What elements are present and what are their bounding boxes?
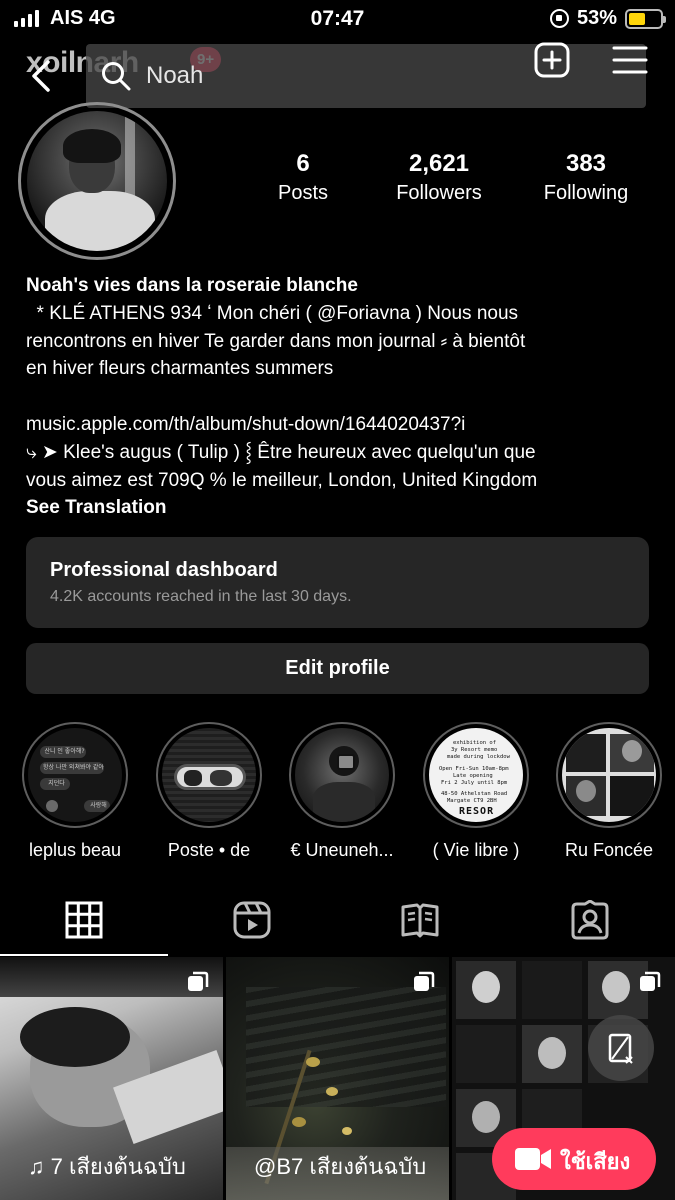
back-arrow-icon[interactable] — [24, 58, 60, 94]
highlight-ring — [156, 722, 262, 828]
hamburger-menu-icon[interactable] — [612, 43, 648, 77]
profile-bio: Noah's vies dans la roseraie blanche * K… — [26, 272, 656, 522]
bio-line: vous aimez est 709Q % le meilleur, Londo… — [26, 469, 538, 491]
battery-icon — [625, 8, 666, 29]
highlight-label: ( Vie libre ) — [432, 840, 520, 860]
video-camera-icon — [515, 1148, 551, 1170]
see-translation-link[interactable]: See Translation — [26, 494, 656, 522]
story-highlight[interactable]: Poste • de — [144, 722, 274, 861]
professional-dashboard-card[interactable]: Professional dashboard 4.2K accounts rea… — [26, 537, 649, 628]
highlight-ring: 산니 인 좋아해? 항상 나만 외쳐봐야 같아 지던다 사랑해 — [22, 722, 128, 828]
audio-caption[interactable]: ♫ 7 เสียงต้นฉบับ — [28, 1149, 186, 1184]
story-highlight[interactable]: Ru Foncée — [544, 722, 674, 861]
use-audio-button[interactable]: ใช้เสียง — [492, 1128, 656, 1190]
highlight-ring: exhibition of 3y Resort memo made during… — [423, 722, 529, 828]
multiple-posts-icon — [414, 971, 435, 991]
highlight-label: Ru Foncée — [564, 840, 654, 860]
stat-value: 383 — [565, 150, 607, 177]
highlight-cover — [295, 728, 389, 822]
tagged-person-icon[interactable] — [570, 900, 610, 940]
highlight-label: € Uneuneh... — [290, 840, 394, 860]
story-highlight[interactable]: € Uneuneh... — [277, 722, 407, 861]
stat-followers[interactable]: 2,621 Followers — [352, 150, 526, 205]
highlight-cover — [562, 728, 656, 822]
bio-line: rencontrons en hiver Te garder dans mon … — [26, 330, 526, 352]
stat-label: Followers — [396, 182, 482, 204]
search-icon — [102, 62, 131, 91]
bio-line: en hiver fleurs charmantes summers — [26, 358, 334, 380]
status-bar: AIS 4G 07:47 53% — [0, 0, 675, 38]
avatar[interactable] — [27, 111, 167, 251]
multiple-posts-icon — [640, 971, 661, 991]
audio-caption[interactable]: @B7 เสียงต้นฉบับ — [254, 1149, 426, 1184]
story-highlight[interactable]: 산니 인 좋아해? 항상 나만 외쳐봐야 같아 지던다 사랑해 leplus b… — [10, 722, 140, 861]
highlight-cover: 산니 인 좋아해? 항상 나만 외쳐봐야 같아 지던다 사랑해 — [28, 728, 122, 822]
stat-value: 2,621 — [408, 150, 470, 177]
story-highlight[interactable]: exhibition of 3y Resort memo made during… — [411, 722, 541, 861]
stat-value: 6 — [296, 150, 310, 177]
highlight-ring — [556, 722, 662, 828]
stat-following[interactable]: 383 Following — [526, 150, 646, 205]
stat-label: Posts — [277, 182, 329, 204]
bio-line: * KLÉ ATHENS 934 ʻ Mon chéri ( @Foriavna… — [26, 302, 519, 324]
grid-icon[interactable] — [64, 900, 104, 940]
new-post-plus-icon[interactable] — [534, 42, 570, 78]
dashboard-subtitle: 4.2K accounts reached in the last 30 day… — [50, 588, 352, 605]
stat-label: Following — [543, 182, 629, 204]
highlight-ring — [289, 722, 395, 828]
search-query[interactable]: Noah — [146, 62, 203, 90]
use-audio-label: ใช้เสียง — [560, 1149, 631, 1174]
multiple-posts-icon — [188, 971, 209, 991]
highlight-label: leplus beau — [28, 840, 122, 860]
reels-icon[interactable] — [232, 900, 272, 940]
profile-stats: 6 Posts 2,621 Followers 383 Following — [260, 150, 650, 205]
bio-line: ⤷ ➤ Klee's augus ( Tulip ) ⸾ Être heureu… — [26, 441, 536, 463]
floating-edit-button[interactable] — [588, 1015, 654, 1081]
highlight-cover — [162, 728, 256, 822]
top-bar: xoilnarh 9+ Noah — [0, 40, 675, 110]
edit-overlay-icon — [608, 1033, 633, 1064]
battery-percent: 53% — [576, 7, 617, 29]
stat-posts[interactable]: 6 Posts — [260, 150, 346, 205]
rotation-lock-icon — [549, 9, 569, 28]
edit-profile-button[interactable]: Edit profile — [26, 643, 649, 694]
active-tab-indicator — [0, 954, 168, 956]
profile-tabs — [0, 890, 675, 956]
book-icon[interactable] — [400, 900, 440, 940]
highlight-label: Poste • de — [167, 840, 251, 860]
bio-link[interactable]: music.apple.com/th/album/shut-down/16440… — [26, 411, 656, 439]
highlight-cover: exhibition of 3y Resort memo made during… — [429, 728, 523, 822]
dashboard-title: Professional dashboard — [50, 559, 278, 581]
profile-avatar-ring[interactable] — [18, 102, 176, 260]
display-name: Noah's vies dans la roseraie blanche — [26, 275, 358, 296]
